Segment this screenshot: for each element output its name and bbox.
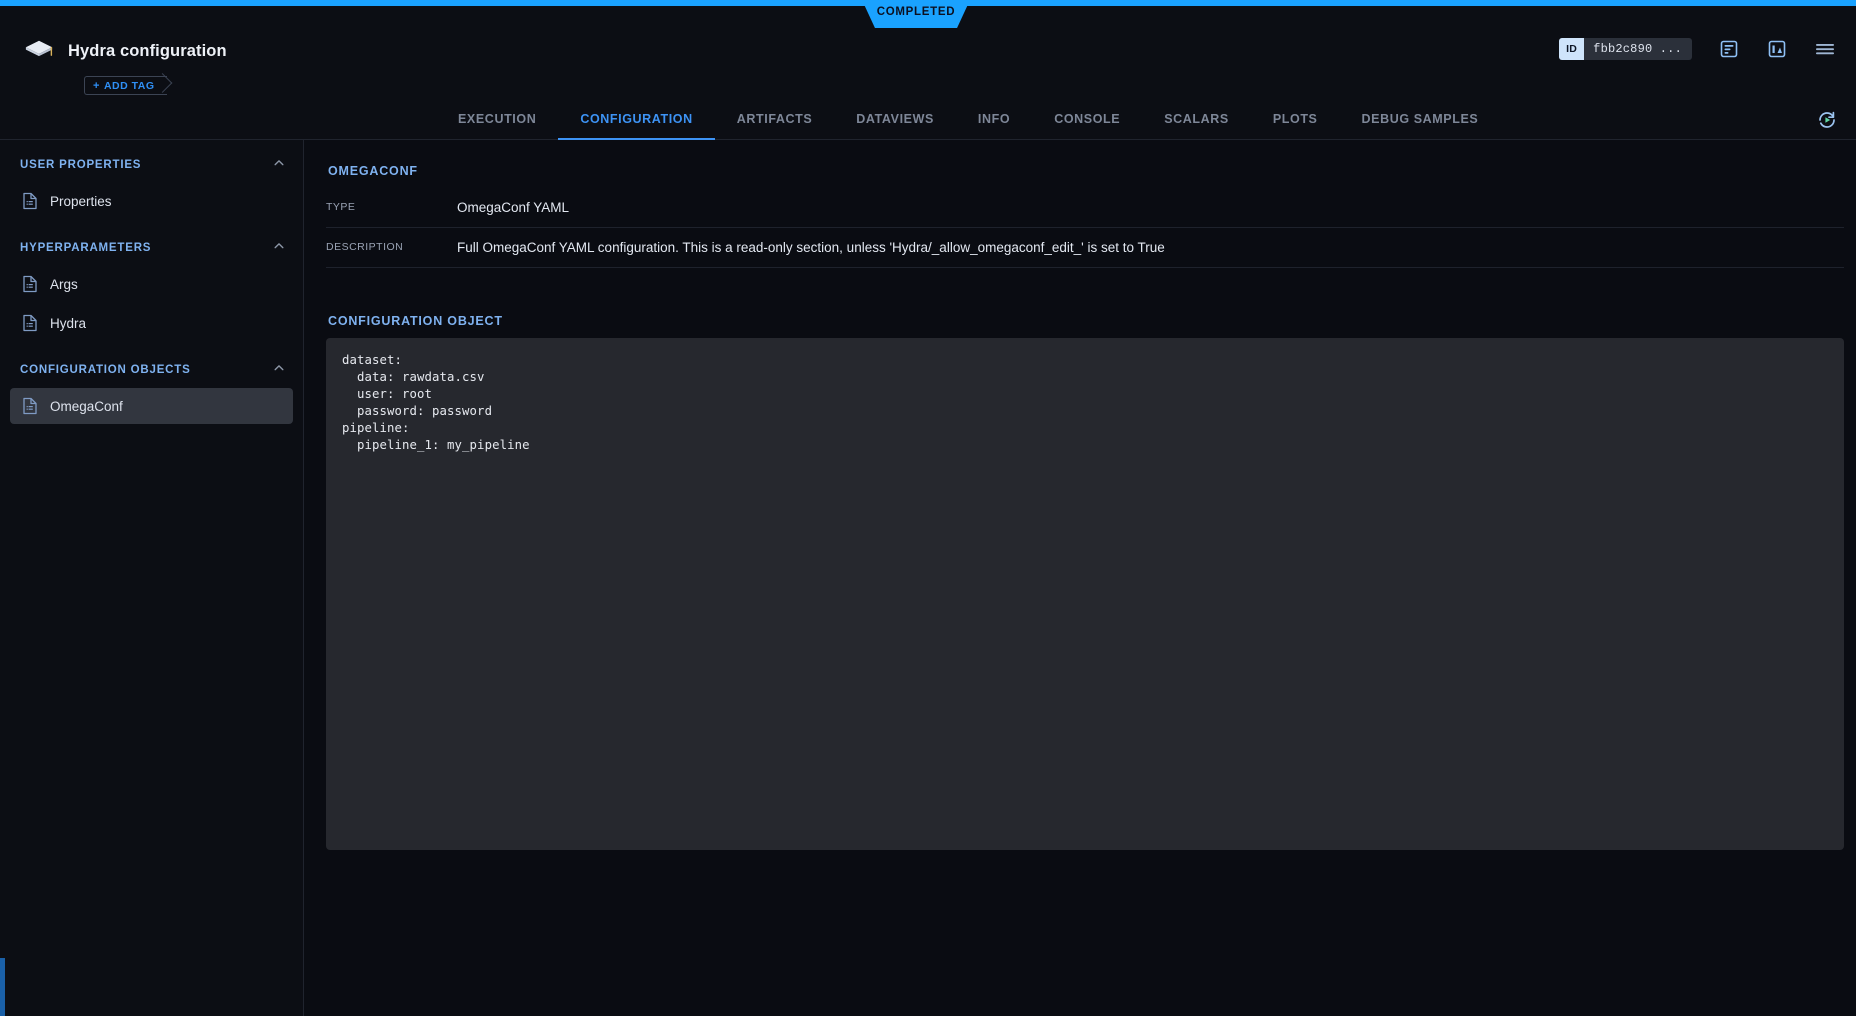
meta-value-type: OmegaConf YAML [457, 199, 569, 217]
tab-plots[interactable]: PLOTS [1251, 100, 1340, 140]
table-row: TYPE OmegaConf YAML [326, 188, 1844, 228]
meta-key-type: TYPE [326, 199, 457, 213]
sidebar-group-label: USER PROPERTIES [20, 159, 273, 171]
meta-key-description: DESCRIPTION [326, 239, 457, 253]
tab-execution[interactable]: EXECUTION [436, 100, 558, 140]
sidebar-item-args[interactable]: Args [10, 266, 293, 302]
sidebar-group-configuration-objects[interactable]: CONFIGURATION OBJECTS [0, 355, 303, 385]
sidebar-group-label: CONFIGURATION OBJECTS [20, 364, 273, 376]
sidebar-item-label: OmegaConf [50, 399, 123, 414]
tab-list: EXECUTION CONFIGURATION ARTIFACTS DATAVI… [436, 100, 1500, 140]
meta-value-description: Full OmegaConf YAML configuration. This … [457, 239, 1165, 257]
sidebar-corner-accent [0, 958, 5, 1016]
notes-icon[interactable] [1718, 38, 1740, 60]
document-icon [22, 275, 38, 293]
tab-bar: EXECUTION CONFIGURATION ARTIFACTS DATAVI… [0, 100, 1856, 140]
omegaconf-section-title: OMEGACONF [328, 164, 1834, 178]
tab-artifacts[interactable]: ARTIFACTS [715, 100, 835, 140]
id-label: ID [1559, 38, 1584, 60]
sidebar-item-label: Properties [50, 194, 112, 209]
plus-icon: + [93, 80, 100, 92]
add-tag-wrapper: + ADD TAG [84, 76, 167, 95]
graduation-cap-icon [24, 36, 54, 66]
table-row: DESCRIPTION Full OmegaConf YAML configur… [326, 228, 1844, 268]
sidebar-item-hydra[interactable]: Hydra [10, 305, 293, 341]
sidebar-item-properties[interactable]: Properties [10, 183, 293, 219]
menu-icon[interactable] [1814, 38, 1836, 60]
sidebar-group-user-properties[interactable]: USER PROPERTIES [0, 150, 303, 180]
omegaconf-meta-table: TYPE OmegaConf YAML DESCRIPTION Full Ome… [326, 188, 1844, 268]
experiment-title-row: Hydra configuration [24, 36, 227, 66]
sidebar-group-hyperparameters[interactable]: HYPERPARAMETERS [0, 233, 303, 263]
experiment-id-chip[interactable]: ID fbb2c890 ... [1559, 38, 1692, 60]
add-tag-button[interactable]: + ADD TAG [84, 76, 167, 95]
header-actions: ID fbb2c890 ... [1559, 36, 1836, 62]
main-content: OMEGACONF TYPE OmegaConf YAML DESCRIPTIO… [304, 140, 1856, 1016]
chevron-up-icon[interactable] [273, 239, 285, 257]
tab-scalars[interactable]: SCALARS [1142, 100, 1251, 140]
tab-console[interactable]: CONSOLE [1032, 100, 1142, 140]
add-tag-label: ADD TAG [104, 80, 155, 92]
id-value: fbb2c890 ... [1584, 38, 1692, 60]
tab-info[interactable]: INFO [956, 100, 1032, 140]
configuration-object-title: CONFIGURATION OBJECT [328, 314, 1834, 328]
configuration-object-yaml: dataset: data: rawdata.csv user: root pa… [342, 352, 1828, 453]
document-icon [22, 192, 38, 210]
configuration-object-editor[interactable]: dataset: data: rawdata.csv user: root pa… [326, 338, 1844, 850]
tab-configuration[interactable]: CONFIGURATION [558, 100, 714, 140]
sidebar-item-label: Hydra [50, 316, 86, 331]
chevron-up-icon[interactable] [273, 361, 285, 379]
document-icon [22, 397, 38, 415]
compare-icon[interactable] [1766, 38, 1788, 60]
page-title: Hydra configuration [68, 42, 227, 61]
sidebar-group-label: HYPERPARAMETERS [20, 242, 273, 254]
chevron-up-icon[interactable] [273, 156, 285, 174]
status-badge: COMPLETED [862, 0, 970, 28]
sidebar-item-omegaconf[interactable]: OmegaConf [10, 388, 293, 424]
sidebar-item-label: Args [50, 277, 78, 292]
document-icon [22, 314, 38, 332]
tab-debug-samples[interactable]: DEBUG SAMPLES [1340, 100, 1501, 140]
auto-refresh-icon[interactable] [1816, 109, 1838, 131]
configuration-sidebar: USER PROPERTIES Properties HYPERPARAMETE… [0, 140, 304, 1016]
tab-dataviews[interactable]: DATAVIEWS [834, 100, 956, 140]
